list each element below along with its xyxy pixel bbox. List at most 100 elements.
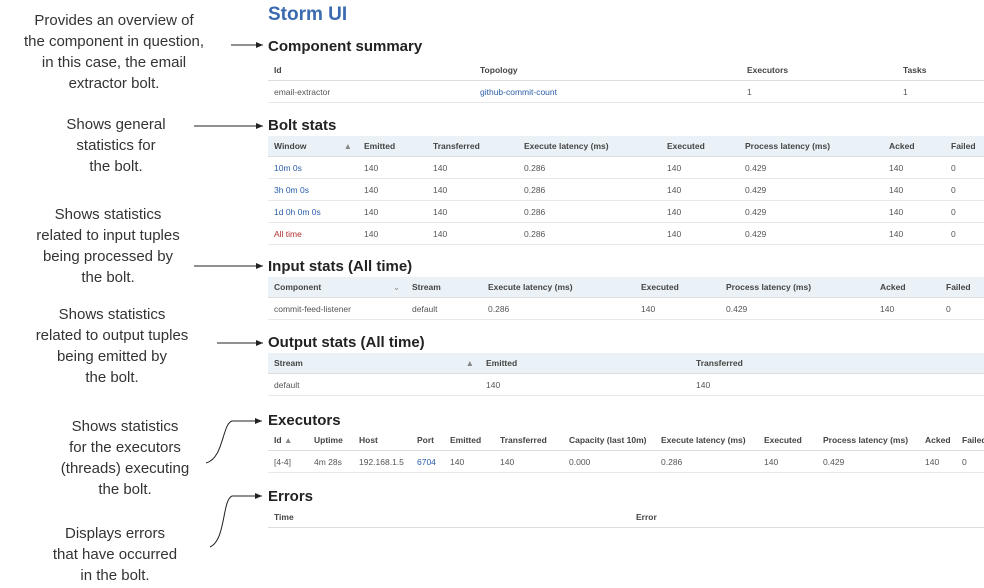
input-stats-title: Input stats (All time) bbox=[268, 258, 413, 275]
column-header[interactable]: Executed bbox=[661, 136, 739, 157]
column-header[interactable]: Process latency (ms) bbox=[739, 136, 883, 157]
table-header-row: Id Topology Executors Tasks bbox=[268, 60, 984, 81]
column-header[interactable]: Failed bbox=[945, 136, 984, 157]
column-header[interactable]: Failed bbox=[940, 277, 984, 298]
column-header[interactable]: Transferred bbox=[690, 353, 984, 374]
cell: 140 bbox=[883, 156, 945, 179]
column-header[interactable]: Topology bbox=[474, 60, 741, 81]
errors-table: Time Error bbox=[268, 507, 984, 528]
column-header[interactable]: Tasks bbox=[897, 60, 984, 81]
sort-ascending-icon[interactable]: ▲ bbox=[344, 141, 352, 151]
table-header-row: Window ▲ Emitted Transferred Execute late… bbox=[268, 136, 984, 157]
column-header[interactable]: Process latency (ms) bbox=[817, 430, 919, 451]
cell: default bbox=[406, 297, 482, 320]
sort-ascending-icon[interactable]: ▲ bbox=[466, 358, 474, 368]
column-header[interactable]: Stream bbox=[406, 277, 482, 298]
column-header[interactable]: Host bbox=[353, 430, 411, 451]
cell: 0.286 bbox=[482, 297, 635, 320]
cell: 0.286 bbox=[518, 178, 661, 201]
cell: 140 bbox=[358, 222, 427, 245]
cell: 140 bbox=[874, 297, 940, 320]
topology-link[interactable]: github-commit-count bbox=[474, 80, 741, 103]
column-header[interactable]: Transferred bbox=[494, 430, 563, 451]
cell: 140 bbox=[427, 222, 518, 245]
column-header[interactable]: Failed bbox=[956, 430, 984, 451]
window-link-10m[interactable]: 10m 0s bbox=[268, 156, 358, 179]
cell: 140 bbox=[758, 450, 817, 473]
table-row: default 140 140 bbox=[268, 373, 984, 396]
column-header[interactable]: Executors bbox=[741, 60, 897, 81]
column-header[interactable]: Execute latency (ms) bbox=[655, 430, 758, 451]
cell: 0 bbox=[945, 200, 984, 223]
tasks-count: 1 bbox=[897, 80, 984, 103]
table-header-row: Stream ▲ Emitted Transferred bbox=[268, 353, 984, 374]
cell: 140 bbox=[661, 178, 739, 201]
column-header-stream[interactable]: Stream ▲ bbox=[268, 353, 480, 374]
cell: 192.168.1.5 bbox=[353, 450, 411, 473]
cell: 0.286 bbox=[655, 450, 758, 473]
cell: 140 bbox=[661, 200, 739, 223]
arrow-errors bbox=[209, 493, 262, 548]
cell: 140 bbox=[358, 156, 427, 179]
column-header[interactable]: Executed bbox=[758, 430, 817, 451]
table-header-row: Component ⌄ Stream Execute latency (ms) E… bbox=[268, 277, 984, 298]
arrow-executors bbox=[205, 418, 262, 464]
column-header[interactable]: Process latency (ms) bbox=[720, 277, 874, 298]
component-summary-title: Component summary bbox=[268, 38, 423, 55]
executors-table: Id ▲ Uptime Host Port Emitted Transferre… bbox=[268, 430, 984, 473]
table-row: 1d 0h 0m 0s 140 140 0.286 140 0.429 140 … bbox=[268, 200, 984, 223]
cell: 0.429 bbox=[739, 200, 883, 223]
cell: 0.429 bbox=[739, 222, 883, 245]
table-row: 10m 0s 140 140 0.286 140 0.429 140 0 bbox=[268, 156, 984, 179]
column-header[interactable]: Acked bbox=[874, 277, 940, 298]
column-header[interactable]: Emitted bbox=[480, 353, 690, 374]
window-link-1d[interactable]: 1d 0h 0m 0s bbox=[268, 200, 358, 223]
column-header-component[interactable]: Component ⌄ bbox=[268, 277, 406, 298]
cell: 140 bbox=[883, 222, 945, 245]
column-header[interactable]: Emitted bbox=[358, 136, 427, 157]
cell: 0 bbox=[945, 156, 984, 179]
column-header[interactable]: Emitted bbox=[444, 430, 494, 451]
column-header-window[interactable]: Window ▲ bbox=[268, 136, 358, 157]
sort-ascending-icon[interactable]: ▲ bbox=[284, 435, 292, 445]
column-header[interactable]: Uptime bbox=[308, 430, 353, 451]
port-link[interactable]: 6704 bbox=[411, 450, 444, 473]
window-link-all-time[interactable]: All time bbox=[268, 222, 358, 245]
cell: [4-4] bbox=[268, 450, 308, 473]
column-header[interactable]: Capacity (last 10m) bbox=[563, 430, 655, 451]
component-id: email-extractor bbox=[268, 80, 474, 103]
cell: 0.286 bbox=[518, 222, 661, 245]
cell: 0.429 bbox=[739, 156, 883, 179]
cell: 0 bbox=[945, 222, 984, 245]
cell: 0.000 bbox=[563, 450, 655, 473]
column-header[interactable]: Time bbox=[268, 507, 630, 528]
cell: commit-feed-listener bbox=[268, 297, 406, 320]
cell: 0.429 bbox=[720, 297, 874, 320]
cell: 0 bbox=[940, 297, 984, 320]
window-link-3h[interactable]: 3h 0m 0s bbox=[268, 178, 358, 201]
cell: 140 bbox=[919, 450, 956, 473]
table-row: 3h 0m 0s 140 140 0.286 140 0.429 140 0 bbox=[268, 178, 984, 201]
column-header[interactable]: Acked bbox=[883, 136, 945, 157]
cell: 140 bbox=[358, 178, 427, 201]
column-header[interactable]: Execute latency (ms) bbox=[482, 277, 635, 298]
cell: 140 bbox=[427, 156, 518, 179]
sort-descending-icon[interactable]: ⌄ bbox=[393, 282, 400, 293]
column-header[interactable]: Transferred bbox=[427, 136, 518, 157]
cell: 140 bbox=[358, 200, 427, 223]
executors-title: Executors bbox=[268, 412, 341, 429]
app-title: Storm UI bbox=[268, 4, 348, 25]
column-header[interactable]: Execute latency (ms) bbox=[518, 136, 661, 157]
cell: 0.286 bbox=[518, 156, 661, 179]
column-header[interactable]: Port bbox=[411, 430, 444, 451]
cell: 0.429 bbox=[739, 178, 883, 201]
table-row: All time 140 140 0.286 140 0.429 140 0 bbox=[268, 222, 984, 245]
errors-title: Errors bbox=[268, 488, 314, 505]
column-header[interactable]: Error bbox=[630, 507, 984, 528]
bolt-stats-title: Bolt stats bbox=[268, 117, 337, 134]
column-header[interactable]: Id bbox=[268, 60, 474, 81]
column-header-id[interactable]: Id ▲ bbox=[268, 430, 308, 451]
table-row: commit-feed-listener default 0.286 140 0… bbox=[268, 297, 984, 320]
column-header[interactable]: Executed bbox=[635, 277, 720, 298]
column-header[interactable]: Acked bbox=[919, 430, 956, 451]
